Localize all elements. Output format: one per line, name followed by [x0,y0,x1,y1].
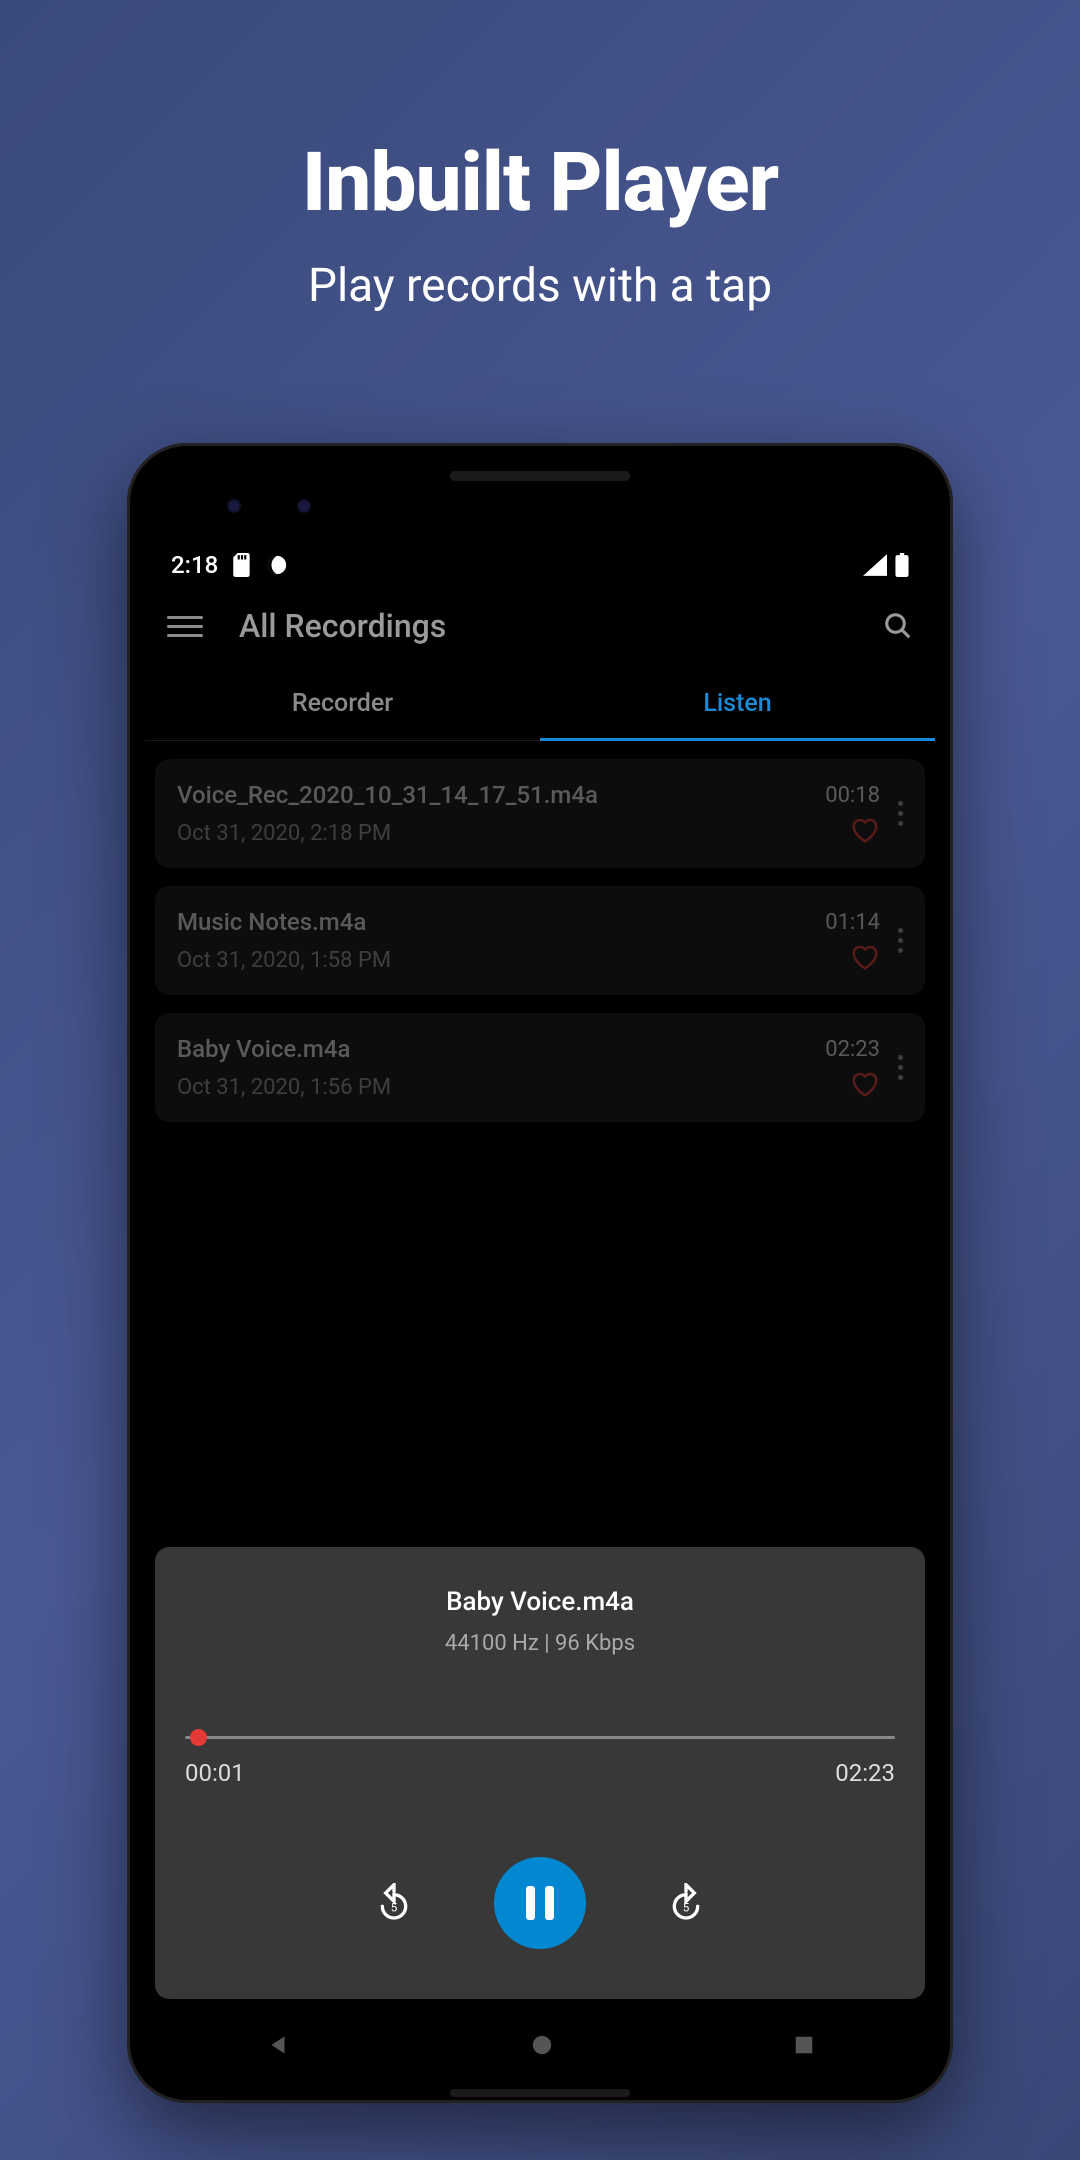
search-icon[interactable] [883,611,913,641]
pause-icon [526,1886,554,1920]
menu-icon[interactable] [167,616,203,637]
more-icon[interactable] [894,920,907,961]
status-bar: 2:18 [145,539,935,587]
svg-text:5: 5 [391,1900,398,1914]
player-panel: Baby Voice.m4a 44100 Hz | 96 Kbps 00:01 … [155,1547,925,1999]
battery-icon [895,553,909,577]
phone-camera-icon [297,499,311,513]
recording-name: Voice_Rec_2020_10_31_14_17_51.m4a [177,781,825,809]
app-header: All Recordings [145,587,935,665]
recording-item[interactable]: Baby Voice.m4a Oct 31, 2020, 1:56 PM 02:… [155,1013,925,1122]
recording-duration: 00:18 [825,783,880,808]
rewind-5-icon[interactable]: 5 [374,1883,414,1923]
tab-recorder[interactable]: Recorder [145,665,540,740]
tabs: Recorder Listen [145,665,935,741]
more-icon[interactable] [894,1047,907,1088]
recording-date: Oct 31, 2020, 1:56 PM [177,1075,825,1100]
phone-frame: 2:18 All Recordings Recorder Listen [127,443,953,2103]
pause-button[interactable] [494,1857,586,1949]
heart-icon[interactable] [850,943,880,971]
recording-duration: 02:23 [825,1037,880,1062]
status-time: 2:18 [171,551,218,579]
app-screen: 2:18 All Recordings Recorder Listen [145,539,935,2085]
more-icon[interactable] [894,793,907,834]
promo-subtitle: Play records with a tap [302,259,778,313]
recording-name: Music Notes.m4a [177,908,825,936]
signal-icon [863,554,887,576]
progress-bar[interactable] [185,1736,895,1739]
nav-home-icon[interactable] [531,2034,553,2056]
forward-5-icon[interactable]: 5 [666,1883,706,1923]
phone-camera-icon [227,499,241,513]
heart-icon[interactable] [850,816,880,844]
nav-recent-icon[interactable] [793,2034,815,2056]
sd-card-icon [232,553,252,577]
promo-title: Inbuilt Player [302,135,778,231]
recording-duration: 01:14 [825,910,880,935]
tab-listen[interactable]: Listen [540,665,935,740]
svg-text:5: 5 [683,1900,690,1914]
phone-bottom-speaker [450,2089,630,2097]
recording-item[interactable]: Voice_Rec_2020_10_31_14_17_51.m4a Oct 31… [155,759,925,868]
heart-icon[interactable] [850,1070,880,1098]
phone-speaker [450,471,630,481]
recording-date: Oct 31, 2020, 1:58 PM [177,948,825,973]
progress-thumb[interactable] [190,1729,207,1746]
player-track-meta: 44100 Hz | 96 Kbps [185,1631,895,1656]
moon-icon [266,554,288,576]
recording-name: Baby Voice.m4a [177,1035,825,1063]
player-track-title: Baby Voice.m4a [185,1587,895,1617]
recording-item[interactable]: Music Notes.m4a Oct 31, 2020, 1:58 PM 01… [155,886,925,995]
page-title: All Recordings [239,607,446,645]
nav-back-icon[interactable] [265,2032,291,2058]
recording-date: Oct 31, 2020, 2:18 PM [177,821,825,846]
time-elapsed: 00:01 [185,1759,245,1787]
android-nav-bar [145,2005,935,2085]
time-total: 02:23 [835,1759,895,1787]
